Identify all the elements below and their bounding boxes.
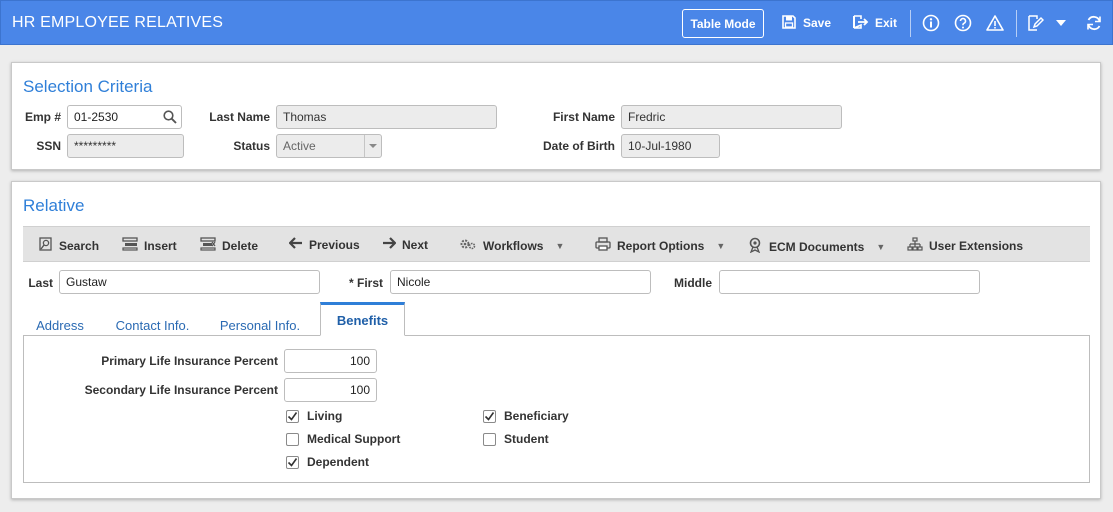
header-divider [910,10,911,37]
app-header: HR EMPLOYEE RELATIVES Table Mode Save Ex… [0,0,1113,45]
refresh-icon[interactable] [1084,13,1104,33]
delete-label: Delete [222,238,259,253]
workflows-label: Workflows [483,238,544,253]
report-options-label: Report Options [617,238,705,253]
relative-panel: Relative Search Insert Delete Previous N… [11,181,1101,499]
ecm-documents-label: ECM Documents [769,239,865,254]
relative-title: Relative [23,196,85,215]
save-button[interactable]: Save [781,14,831,32]
delete-button[interactable]: Delete [200,237,258,254]
ssn-label: SSN [36,139,61,153]
student-checkbox-row[interactable]: Student [483,432,549,446]
first-name-field: Fredric [621,105,842,129]
dob-field: 10-Jul-1980 [621,134,720,158]
dependent-checkbox-row[interactable]: Dependent [286,455,369,469]
beneficiary-checkbox-row[interactable]: Beneficiary [483,409,569,423]
tab-benefits[interactable]: Benefits [320,302,405,336]
beneficiary-label: Beneficiary [504,409,569,423]
search-button[interactable]: Search [39,237,99,254]
student-label: Student [504,432,549,446]
dependent-checkbox[interactable] [286,455,299,469]
exit-label: Exit [875,16,898,30]
chevron-down-icon[interactable]: ▼ [876,242,885,252]
dob-label: Date of Birth [543,139,615,153]
primary-life-insurance-input[interactable]: 100 [284,349,377,373]
emp-label: Emp # [24,110,61,124]
status-label: Status [233,139,270,153]
first-name-input[interactable]: Nicole [390,270,651,294]
ecm-icon [747,237,763,256]
header-divider [1016,10,1017,37]
chevron-down-icon[interactable]: ▼ [716,241,725,251]
secondary-life-insurance-input[interactable]: 100 [284,378,377,402]
middle-name-input[interactable] [719,270,980,294]
ecm-documents-button[interactable]: ECM Documents ▼ [747,237,885,256]
workflows-button[interactable]: Workflows ▼ [459,237,564,254]
emp-number-value: 01-2530 [74,110,119,124]
secondary-life-insurance-label: Secondary Life Insurance Percent [84,383,278,397]
medical-support-label: Medical Support [307,432,401,446]
page-title: HR EMPLOYEE RELATIVES [12,14,224,31]
insert-icon [122,237,138,254]
medical-support-checkbox[interactable] [286,432,299,446]
dependent-label: Dependent [307,455,370,469]
ssn-field: ********* [67,134,184,158]
arrow-right-icon [382,237,397,252]
relative-toolbar: Search Insert Delete Previous Next Workf… [23,226,1090,262]
selection-criteria-title: Selection Criteria [23,77,153,96]
save-icon [781,14,797,33]
chevron-down-icon[interactable] [364,135,381,157]
delete-icon [200,237,216,254]
edit-icon[interactable] [1025,13,1045,33]
exit-button[interactable]: Exit [852,14,897,32]
medical-support-checkbox-row[interactable]: Medical Support [286,432,400,446]
user-extensions-label: User Extensions [929,239,1024,253]
previous-button[interactable]: Previous [288,237,360,252]
last-label: Last [28,276,53,290]
exit-icon [852,14,869,33]
previous-label: Previous [309,237,360,252]
search-icon[interactable] [163,110,177,124]
search-label: Search [59,238,100,253]
printer-icon [595,237,611,254]
user-extensions-button[interactable]: User Extensions [907,237,1023,255]
warning-icon[interactable] [985,13,1005,33]
last-name-field: Thomas [276,105,497,129]
save-label: Save [803,16,832,30]
chevron-down-icon[interactable]: ▼ [555,241,564,251]
insert-label: Insert [144,238,177,253]
insert-button[interactable]: Insert [122,237,177,254]
search-icon [39,237,53,254]
status-value: Active [283,139,316,153]
table-mode-button[interactable]: Table Mode [682,9,764,38]
chevron-down-icon[interactable] [1051,13,1071,33]
beneficiary-checkbox[interactable] [483,409,496,423]
report-options-button[interactable]: Report Options ▼ [595,237,725,254]
first-name-label: First Name [552,110,615,124]
primary-life-insurance-label: Primary Life Insurance Percent [101,354,278,368]
hierarchy-icon [907,237,923,255]
last-name-input[interactable]: Gustaw [59,270,320,294]
middle-label: Middle [674,276,712,290]
help-icon[interactable] [953,13,973,33]
next-button[interactable]: Next [382,237,428,252]
selection-criteria-panel: Selection Criteria Emp # 01-2530 Last Na… [11,62,1101,170]
living-label: Living [307,409,343,423]
gears-icon [459,237,477,254]
living-checkbox[interactable] [286,409,299,423]
info-icon[interactable] [921,13,941,33]
first-label: * First [348,276,383,290]
arrow-left-icon [288,237,303,252]
next-label: Next [402,237,429,252]
living-checkbox-row[interactable]: Living [286,409,342,423]
student-checkbox[interactable] [483,432,496,446]
last-name-label: Last Name [209,110,270,124]
benefits-tab-content: Primary Life Insurance Percent 100 Secon… [23,335,1090,483]
